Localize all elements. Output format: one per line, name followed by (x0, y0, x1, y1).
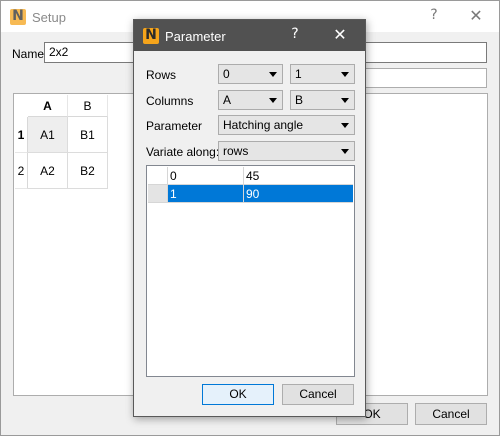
chevron-down-icon (269, 98, 277, 103)
grid-cell-b2[interactable]: B2 (68, 153, 108, 189)
row-header-2[interactable]: 2 (15, 153, 28, 189)
rows-from-select[interactable]: 0 (218, 64, 283, 84)
app-logo-icon: N (10, 9, 26, 25)
columns-label: Columns (146, 94, 194, 108)
grid-cell-a2[interactable]: A2 (28, 153, 68, 189)
column-header-b[interactable]: B (68, 95, 108, 117)
row-indicator[interactable] (148, 167, 168, 185)
row-header-1[interactable]: 1 (15, 117, 28, 153)
grid-cell-b1[interactable]: B1 (68, 117, 108, 153)
parameter-title: Parameter (165, 29, 226, 44)
setup-cancel-button[interactable]: Cancel (415, 403, 487, 425)
table-row[interactable]: 0 45 (148, 167, 353, 185)
parameter-titlebar[interactable]: N Parameter ? ✕ (134, 20, 365, 51)
chevron-down-icon (269, 72, 277, 77)
table-cell-value[interactable]: 45 (244, 167, 353, 185)
row-indicator[interactable] (148, 185, 168, 203)
parameter-label: Parameter (146, 119, 203, 133)
setup-title: Setup (32, 10, 66, 25)
parameter-dialog: N Parameter ? ✕ Rows 0 1 Columns A B Par… (133, 19, 366, 417)
close-icon[interactable]: ✕ (329, 25, 351, 44)
close-icon[interactable]: ✕ (465, 6, 487, 25)
help-icon[interactable]: ? (424, 7, 444, 23)
parameter-ok-button[interactable]: OK (202, 384, 274, 405)
name-label: Name (12, 47, 45, 61)
parameter-cancel-button[interactable]: Cancel (282, 384, 354, 405)
app-logo-icon: N (143, 28, 159, 44)
variate-along-label: Variate along: (146, 145, 220, 159)
table-cell-key[interactable]: 1 (168, 185, 244, 203)
help-icon[interactable]: ? (285, 26, 305, 42)
parameter-select[interactable]: Hatching angle (218, 115, 355, 135)
table-row[interactable]: 1 90 (148, 185, 353, 203)
columns-to-select[interactable]: B (290, 90, 355, 110)
table-cell-value[interactable]: 90 (244, 185, 353, 203)
chevron-down-icon (341, 98, 349, 103)
variate-along-select[interactable]: rows (218, 141, 355, 161)
grid-cell-a1[interactable]: A1 (28, 117, 68, 153)
column-header-a[interactable]: A (28, 95, 68, 117)
rows-to-select[interactable]: 1 (290, 64, 355, 84)
grid-corner (15, 95, 28, 117)
chevron-down-icon (341, 72, 349, 77)
chevron-down-icon (341, 149, 349, 154)
secondary-input[interactable] (365, 68, 487, 88)
parameter-values-table[interactable]: 0 45 1 90 (146, 165, 355, 377)
columns-from-select[interactable]: A (218, 90, 283, 110)
rows-label: Rows (146, 68, 177, 82)
chevron-down-icon (341, 123, 349, 128)
table-cell-key[interactable]: 0 (168, 167, 244, 185)
